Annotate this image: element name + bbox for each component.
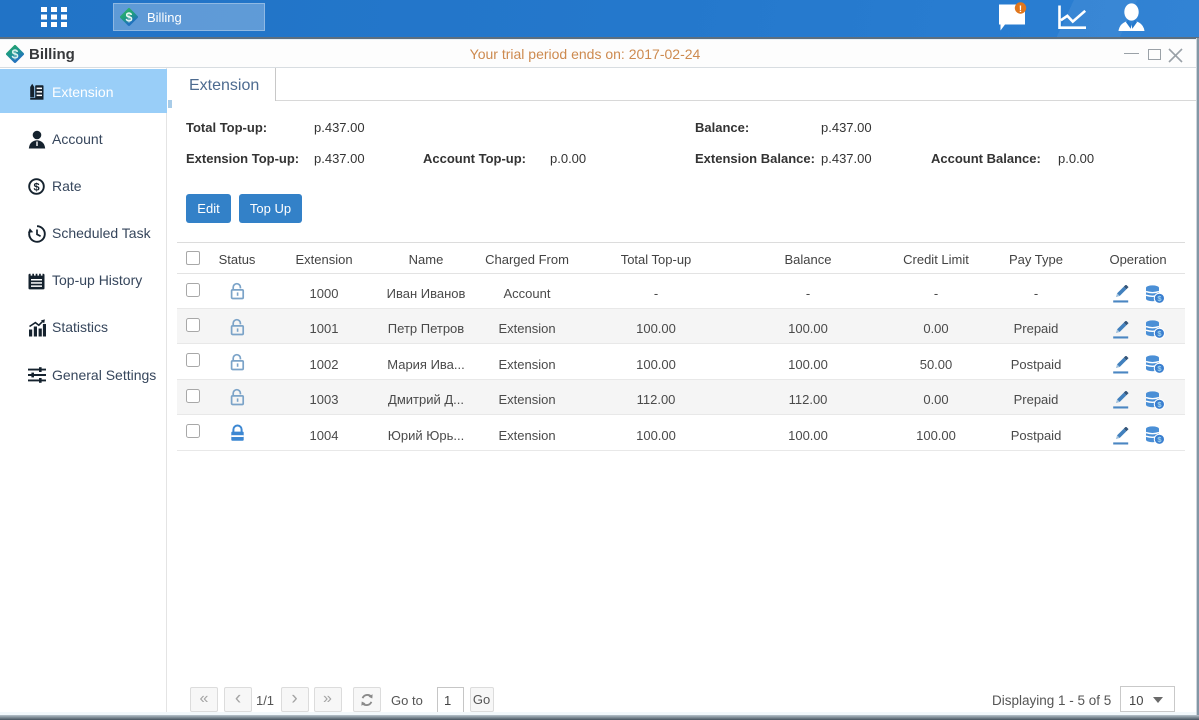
svg-text:$: $	[33, 182, 39, 194]
svg-text:$: $	[12, 47, 19, 61]
svg-text:!: !	[1019, 4, 1022, 15]
svg-text:$: $	[126, 10, 133, 24]
